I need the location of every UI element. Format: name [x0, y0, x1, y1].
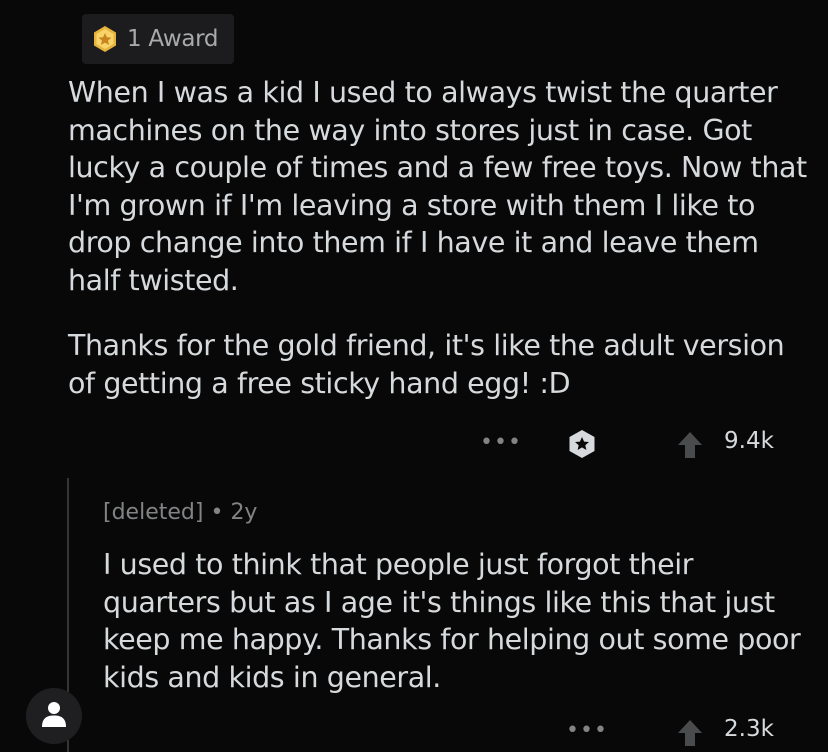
award-badge[interactable]: 1 Award — [82, 14, 234, 64]
vote-score: 9.4k — [724, 428, 774, 454]
award-count-label: 1 Award — [127, 26, 219, 52]
meta-separator: • — [210, 500, 224, 525]
reply-age: 2y — [230, 500, 258, 525]
give-award-icon[interactable] — [566, 428, 598, 460]
reply-body: I used to think that people just forgot … — [103, 546, 803, 696]
comment-thread: 1 Award When I was a kid I used to alway… — [0, 0, 828, 752]
comment-paragraph: Thanks for the gold friend, it's like th… — [68, 329, 785, 400]
upvote-arrow-icon[interactable] — [676, 430, 704, 460]
more-options-button[interactable]: ••• — [566, 718, 608, 743]
more-options-button[interactable]: ••• — [480, 430, 522, 455]
comment-actions: ••• 9.4k — [470, 424, 800, 464]
comment-body: When I was a kid I used to always twist … — [68, 74, 808, 430]
reply-paragraph: I used to think that people just forgot … — [103, 548, 801, 694]
account-button[interactable] — [26, 688, 82, 744]
user-icon — [41, 700, 67, 732]
award-star-icon — [90, 24, 120, 54]
comment-paragraph: When I was a kid I used to always twist … — [68, 76, 807, 297]
upvote-arrow-icon[interactable] — [676, 718, 704, 748]
reply-actions: ••• 2.3k — [470, 712, 800, 752]
vote-score: 2.3k — [724, 716, 774, 742]
reply-author[interactable]: [deleted] — [103, 500, 203, 525]
reply-meta: [deleted] • 2y — [103, 500, 257, 525]
